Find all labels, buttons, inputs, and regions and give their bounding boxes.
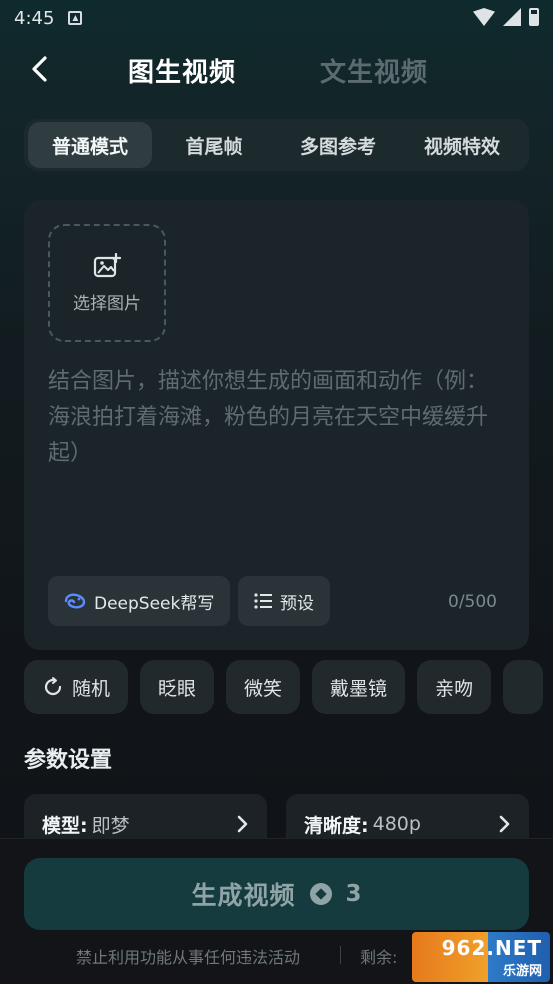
tab-text-to-video[interactable]: 文生视频 — [320, 52, 428, 89]
deepseek-label: DeepSeek帮写 — [94, 593, 215, 614]
chevron-right-icon — [499, 815, 510, 833]
mode-selector: 普通模式 首尾帧 多图参考 视频特效 — [24, 119, 529, 171]
tag-more[interactable] — [503, 660, 544, 714]
clarity-value: 480p — [372, 813, 421, 835]
chevron-right-icon — [237, 815, 248, 833]
tag-blink[interactable]: 眨眼 — [140, 660, 215, 714]
generate-video-button[interactable]: 生成视频 3 — [24, 858, 529, 930]
generate-cost: 3 — [345, 881, 362, 907]
status-indicators — [473, 8, 539, 26]
header: 图生视频 文生视频 — [0, 40, 553, 98]
mode-video-effects[interactable]: 视频特效 — [400, 122, 524, 168]
signal-icon — [503, 8, 521, 26]
tag-smile[interactable]: 微笑 — [226, 660, 301, 714]
refresh-icon — [44, 677, 62, 696]
footer-divider — [340, 946, 341, 964]
coin-icon — [309, 883, 332, 905]
char-counter: 0/500 — [448, 592, 497, 612]
deepseek-button[interactable]: DeepSeek帮写 — [48, 576, 231, 626]
deepseek-whale-icon — [64, 593, 86, 609]
tag-kiss[interactable]: 亲吻 — [417, 660, 492, 714]
footer-note: 禁止利用功能从事任何违法活动 — [76, 948, 301, 967]
generate-label: 生成视频 — [191, 881, 296, 910]
image-add-icon — [93, 252, 121, 277]
preset-label: 预设 — [280, 593, 314, 614]
preset-button[interactable]: 预设 — [238, 576, 330, 626]
list-icon — [254, 593, 272, 609]
quick-tags: 随机 眨眼 微笑 戴墨镜 亲吻 — [24, 660, 553, 714]
upload-label: 选择图片 — [73, 293, 141, 314]
watermark-top: 962.NET — [441, 935, 542, 960]
tag-random[interactable]: 随机 — [24, 660, 129, 714]
footer-remaining: 剩余: — [360, 948, 398, 967]
mode-first-last-frame[interactable]: 首尾帧 — [152, 122, 276, 168]
clarity-key: 清晰度: — [304, 814, 369, 837]
battery-icon — [529, 8, 539, 26]
mode-multi-image[interactable]: 多图参考 — [276, 122, 400, 168]
wifi-icon — [473, 8, 495, 26]
status-bar: 4:45 — [0, 0, 553, 36]
params-title: 参数设置 — [24, 748, 113, 773]
prompt-card: 选择图片 结合图片，描述你想生成的画面和动作（例：海浪拍打着海滩，粉色的月亮在天… — [24, 200, 529, 650]
model-value: 即梦 — [91, 814, 130, 837]
prompt-input[interactable]: 结合图片，描述你想生成的画面和动作（例：海浪拍打着海滩，粉色的月亮在天空中缓缓升… — [48, 364, 508, 472]
tag-label: 随机 — [72, 677, 111, 700]
notification-icon — [68, 11, 83, 25]
tag-sunglasses[interactable]: 戴墨镜 — [312, 660, 406, 714]
tab-image-to-video[interactable]: 图生视频 — [128, 52, 236, 89]
mode-normal[interactable]: 普通模式 — [28, 122, 152, 168]
watermark-bottom: 乐游网 — [502, 963, 542, 979]
model-key: 模型: — [42, 814, 88, 837]
back-button[interactable] — [26, 54, 54, 84]
image-upload-button[interactable]: 选择图片 — [48, 224, 166, 342]
chevron-left-icon — [32, 56, 47, 82]
watermark-logo: 962.NET 乐游网 — [412, 932, 550, 982]
status-time: 4:45 — [14, 7, 55, 29]
